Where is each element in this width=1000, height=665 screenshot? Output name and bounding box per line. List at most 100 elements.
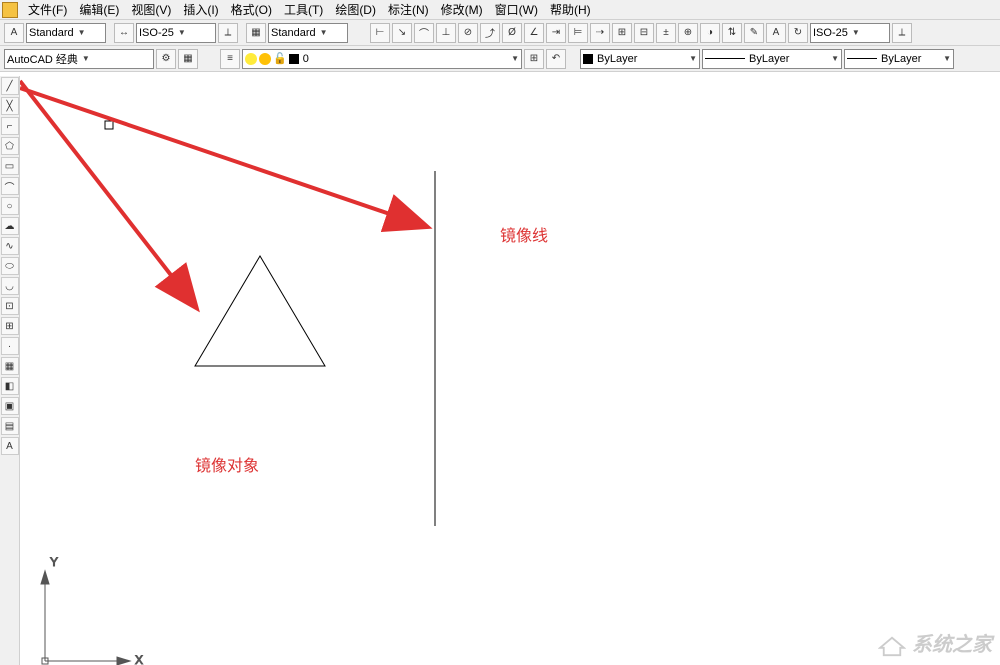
ellipse-icon[interactable]: ⬭ — [1, 257, 19, 275]
menu-help[interactable]: 帮助(H) — [544, 0, 597, 20]
layer-value: 0 — [303, 53, 309, 65]
layer-thaw-icon — [259, 53, 271, 65]
text-style-value: Standard — [29, 27, 74, 39]
dim-edit-icon[interactable]: ✎ — [744, 23, 764, 43]
dim-text-edit-icon[interactable]: A — [766, 23, 786, 43]
menu-draw[interactable]: 绘图(D) — [329, 0, 382, 20]
menu-bar: 文件(F) 编辑(E) 视图(V) 插入(I) 格式(O) 工具(T) 绘图(D… — [0, 0, 1000, 20]
lineweight-value: ByLayer — [881, 53, 921, 65]
dropdown-arrow-icon: ▼ — [852, 28, 860, 37]
insert-block-icon[interactable]: ⊡ — [1, 297, 19, 315]
polygon-icon[interactable]: ⬠ — [1, 137, 19, 155]
construction-line-icon[interactable]: ╳ — [1, 97, 19, 115]
workspace-settings-icon[interactable]: ⚙ — [156, 49, 176, 69]
dim-style-current-dropdown[interactable]: ISO-25 ▼ — [810, 23, 890, 43]
lineweight-preview — [847, 58, 877, 59]
color-dropdown[interactable]: ByLayer ▼ — [580, 49, 700, 69]
color-value: ByLayer — [597, 53, 637, 65]
text-style-dropdown[interactable]: Standard ▼ — [26, 23, 106, 43]
layer-manager-icon[interactable]: ≡ — [220, 49, 240, 69]
dim-tool-icon[interactable]: ⟂ — [218, 23, 238, 43]
dim-space-icon[interactable]: ⊞ — [612, 23, 632, 43]
dim-jogged-icon[interactable]: ⤴ — [480, 23, 500, 43]
dim-baseline-icon[interactable]: ⊨ — [568, 23, 588, 43]
dropdown-arrow-icon: ▼ — [943, 54, 951, 63]
menu-insert[interactable]: 插入(I) — [177, 0, 224, 20]
workspace-dropdown[interactable]: AutoCAD 经典 ▼ — [4, 49, 154, 69]
dropdown-arrow-icon: ▼ — [82, 54, 90, 63]
dim-inspect-icon[interactable]: ◑ — [700, 23, 720, 43]
dim-arc-icon[interactable]: ⌒ — [414, 23, 434, 43]
dim-override-icon[interactable]: ⟂ — [892, 23, 912, 43]
linetype-preview — [705, 58, 745, 59]
spline-icon[interactable]: ∿ — [1, 237, 19, 255]
menu-view[interactable]: 视图(V) — [125, 0, 177, 20]
dim-aligned-icon[interactable]: ↘ — [392, 23, 412, 43]
dim-update-icon[interactable]: ↻ — [788, 23, 808, 43]
workspace-save-icon[interactable]: ▦ — [178, 49, 198, 69]
cursor-pickbox — [105, 121, 113, 129]
dim-style-icon[interactable]: ↔ — [114, 23, 134, 43]
dim-style-value: ISO-25 — [139, 27, 174, 39]
menu-window[interactable]: 窗口(W) — [489, 0, 544, 20]
dim-break-icon[interactable]: ⊟ — [634, 23, 654, 43]
dim-style-current: ISO-25 — [813, 27, 848, 39]
point-icon[interactable]: · — [1, 337, 19, 355]
layer-color-icon — [289, 54, 299, 64]
dim-style-dropdown[interactable]: ISO-25 ▼ — [136, 23, 216, 43]
text-style-icon[interactable]: A — [4, 23, 24, 43]
gradient-icon[interactable]: ◧ — [1, 377, 19, 395]
revision-cloud-icon[interactable]: ☁ — [1, 217, 19, 235]
toolbar-workspace-layers: AutoCAD 经典 ▼ ⚙ ▦ ≡ 🔓 0 ▼ ⊞ ↶ ByLayer ▼ B… — [0, 46, 1000, 72]
layer-state-icons: 🔓 — [245, 52, 299, 65]
menu-file[interactable]: 文件(F) — [22, 0, 73, 20]
dim-quick-icon[interactable]: ⇥ — [546, 23, 566, 43]
arc-icon[interactable]: ⌒ — [1, 177, 19, 195]
linetype-dropdown[interactable]: ByLayer ▼ — [702, 49, 842, 69]
dim-jog-line-icon[interactable]: ⇅ — [722, 23, 742, 43]
region-icon[interactable]: ▣ — [1, 397, 19, 415]
annotation-arrow-object — [20, 81, 195, 306]
menu-dimension[interactable]: 标注(N) — [382, 0, 435, 20]
color-swatch-icon — [583, 54, 593, 64]
toolbar-styles: A Standard ▼ ↔ ISO-25 ▼ ⟂ ▦ Standard ▼ ⊢… — [0, 20, 1000, 46]
triangle-object[interactable] — [195, 256, 325, 366]
hatch-icon[interactable]: ▦ — [1, 357, 19, 375]
circle-icon[interactable]: ○ — [1, 197, 19, 215]
table-icon[interactable]: ▤ — [1, 417, 19, 435]
lineweight-dropdown[interactable]: ByLayer ▼ — [844, 49, 954, 69]
mtext-icon[interactable]: A — [1, 437, 19, 455]
dim-center-icon[interactable]: ⊕ — [678, 23, 698, 43]
menu-modify[interactable]: 修改(M) — [435, 0, 489, 20]
draw-toolbar: ╱ ╳ ⌐ ⬠ ▭ ⌒ ○ ☁ ∿ ⬭ ◡ ⊡ ⊞ · ▦ ◧ ▣ ▤ A — [0, 76, 20, 665]
table-style-dropdown[interactable]: Standard ▼ — [268, 23, 348, 43]
layer-previous-icon[interactable]: ↶ — [546, 49, 566, 69]
menu-tools[interactable]: 工具(T) — [278, 0, 329, 20]
ucs-x-label: X — [135, 653, 143, 665]
layer-dropdown[interactable]: 🔓 0 ▼ — [242, 49, 522, 69]
ellipse-arc-icon[interactable]: ◡ — [1, 277, 19, 295]
dim-angular-icon[interactable]: ∠ — [524, 23, 544, 43]
rectangle-icon[interactable]: ▭ — [1, 157, 19, 175]
drawing-canvas[interactable]: 镜像对象 镜像线 Y X — [20, 76, 1000, 665]
line-icon[interactable]: ╱ — [1, 77, 19, 95]
dim-continue-icon[interactable]: ⇢ — [590, 23, 610, 43]
layer-states-icon[interactable]: ⊞ — [524, 49, 544, 69]
dim-radius-icon[interactable]: ⊘ — [458, 23, 478, 43]
dim-ordinate-icon[interactable]: ⊥ — [436, 23, 456, 43]
dim-diameter-icon[interactable]: Ø — [502, 23, 522, 43]
annotation-object-label: 镜像对象 — [195, 456, 259, 475]
dim-tolerance-icon[interactable]: ± — [656, 23, 676, 43]
dropdown-arrow-icon: ▼ — [178, 28, 186, 37]
dropdown-arrow-icon: ▼ — [511, 54, 519, 63]
table-style-icon[interactable]: ▦ — [246, 23, 266, 43]
app-icon — [2, 2, 18, 18]
polyline-icon[interactable]: ⌐ — [1, 117, 19, 135]
dim-linear-icon[interactable]: ⊢ — [370, 23, 390, 43]
menu-edit[interactable]: 编辑(E) — [73, 0, 125, 20]
make-block-icon[interactable]: ⊞ — [1, 317, 19, 335]
workspace-value: AutoCAD 经典 — [7, 51, 78, 67]
dropdown-arrow-icon: ▼ — [78, 28, 86, 37]
dropdown-arrow-icon: ▼ — [831, 54, 839, 63]
menu-format[interactable]: 格式(O) — [225, 0, 278, 20]
